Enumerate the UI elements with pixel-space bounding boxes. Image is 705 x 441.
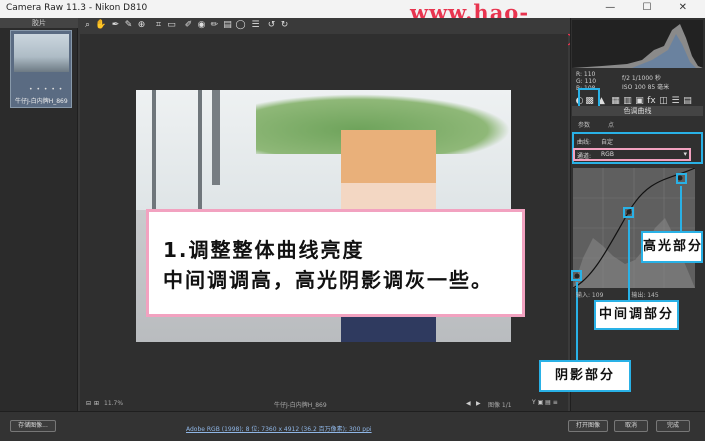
save-image-button[interactable]: 存储图像... <box>10 420 56 432</box>
image-counter: 图像 1/1 <box>488 402 512 409</box>
zoom-minus-icon[interactable]: ⊟ <box>86 400 91 407</box>
curve-label: 曲线: <box>577 139 592 146</box>
shadows-label: 阴影部分 <box>539 360 631 392</box>
midtones-label: 中间调部分 <box>594 300 679 330</box>
cancel-button[interactable]: 取消 <box>614 420 648 432</box>
chevron-down-icon[interactable]: ▾ <box>683 150 687 158</box>
rgb-r: R: 110 <box>576 71 596 78</box>
photo-pole <box>212 90 220 185</box>
channel-select[interactable]: 通道: RGB ▾ <box>573 148 691 161</box>
graduated-filter-icon[interactable]: ▤ <box>222 20 233 31</box>
zoom-icon[interactable]: ⌕ <box>82 20 93 31</box>
hand-icon[interactable]: ✋ <box>95 20 106 31</box>
tab-point[interactable]: 点 <box>608 120 614 129</box>
callout-connectors <box>576 186 682 361</box>
instruction-callout: 1.调整整体曲线亮度 中间调调高，高光阴影调灰一些。 <box>146 209 525 317</box>
zoom-level[interactable]: 11.7% <box>104 400 123 407</box>
status-bar: ⊟ ⊞ 11.7% 牛仔J-白内牌H_869 ◀ ▶ 图像 1/1 Y ▣ ▤ … <box>80 396 568 412</box>
spot-removal-icon[interactable]: ✐ <box>183 20 194 31</box>
workflow-options-link[interactable]: Adobe RGB (1998); 8 位; 7360 x 4912 (36.2… <box>186 424 372 433</box>
toolbar: ⌕ ✋ ✒ ✎ ⊕ ⌗ ▭ ✐ ◉ ✏ ▤ ◯ ☰ ↺ ↻ <box>80 18 568 34</box>
thumbnail-name: 牛仔J-白内牌H_869 <box>15 98 68 105</box>
rgb-g: G: 110 <box>576 78 597 85</box>
filmstrip-panel: 胶片 • • • • • 牛仔J-白内牌H_869 <box>0 18 78 411</box>
iso-info: ISO 100 85 毫米 <box>622 84 670 91</box>
exposure-info: f/2 1/1000 秒 <box>622 75 661 82</box>
view-toggle-icon[interactable]: Y ▣ ▤ ≡ <box>532 399 558 406</box>
input-output-readout: 输入: 109 输出: 145 <box>576 290 659 299</box>
preferences-icon[interactable]: ☰ <box>250 20 261 31</box>
photo-tower <box>152 90 202 210</box>
rating-stars[interactable]: • • • • • <box>29 86 63 93</box>
histogram-graph <box>572 24 703 68</box>
panel-subheader: 色调曲线 <box>572 106 703 116</box>
callout-line-2: 中间调调高，高光阴影调灰一些。 <box>163 268 493 292</box>
radial-filter-icon[interactable]: ◯ <box>235 20 246 31</box>
next-image-icon[interactable]: ▶ <box>476 400 481 407</box>
status-filename: 牛仔J-白内牌H_869 <box>274 402 327 409</box>
open-image-button[interactable]: 打开图像 <box>568 420 608 432</box>
output-value: 输出: 145 <box>631 292 659 299</box>
adjust-brush-icon[interactable]: ✏ <box>209 20 220 31</box>
crop-icon[interactable]: ⌗ <box>153 20 164 31</box>
thumbnail-image <box>14 34 69 72</box>
color-sampler-icon[interactable]: ✎ <box>123 20 134 31</box>
rotate-ccw-icon[interactable]: ↺ <box>266 20 277 31</box>
rotate-cw-icon[interactable]: ↻ <box>279 20 290 31</box>
curve-tabs: 参数 点 <box>572 118 703 130</box>
prev-image-icon[interactable]: ◀ <box>466 400 471 407</box>
tab-parametric[interactable]: 参数 <box>578 120 590 129</box>
zoom-plus-icon[interactable]: ⊞ <box>94 400 99 407</box>
callout-line-1: 1.调整整体曲线亮度 <box>163 238 365 262</box>
red-eye-icon[interactable]: ◉ <box>196 20 207 31</box>
highlights-label: 高光部分 <box>641 231 703 263</box>
histogram <box>572 20 703 68</box>
bottom-bar: 存储图像... Adobe RGB (1998); 8 位; 7360 x 49… <box>0 411 705 441</box>
filmstrip-header: 胶片 <box>0 18 78 28</box>
done-button[interactable]: 完成 <box>656 420 690 432</box>
straighten-icon[interactable]: ▭ <box>166 20 177 31</box>
target-adjust-icon[interactable]: ⊕ <box>136 20 147 31</box>
channel-label: 通道: <box>577 153 592 160</box>
white-balance-icon[interactable]: ✒ <box>110 20 121 31</box>
channel-value[interactable]: RGB <box>601 151 614 158</box>
input-value: 输入: 109 <box>576 292 604 299</box>
curve-value[interactable]: 自定 <box>601 139 613 146</box>
curve-preset-row[interactable]: 曲线: 自定 <box>577 137 693 148</box>
filmstrip-thumbnail[interactable]: • • • • • 牛仔J-白内牌H_869 <box>10 30 72 108</box>
window-title: Camera Raw 11.3 - Nikon D810 <box>6 3 148 13</box>
